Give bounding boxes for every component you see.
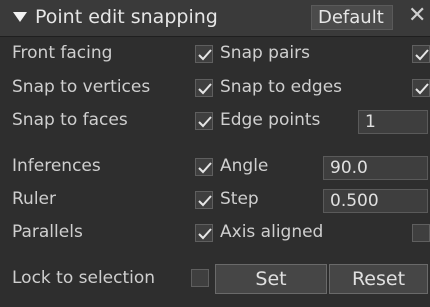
- set-button[interactable]: Set: [215, 264, 327, 294]
- panel-header: Point edit snapping Default ✕: [0, 0, 430, 37]
- parallels-label: Parallels: [12, 222, 83, 242]
- axis-aligned-label: Axis aligned: [220, 222, 324, 242]
- snap-to-vertices-label: Snap to vertices: [12, 77, 151, 97]
- checkmark-icon: [198, 162, 212, 174]
- angle-label: Angle: [220, 156, 269, 176]
- reset-button[interactable]: Reset: [329, 264, 428, 294]
- edge-points-input[interactable]: 1: [358, 110, 428, 134]
- snap-pairs-checkbox[interactable]: [412, 45, 430, 63]
- checkmark-icon: [198, 228, 212, 240]
- step-input[interactable]: 0.500: [323, 189, 428, 213]
- front-facing-checkbox[interactable]: [195, 45, 213, 63]
- edge-points-label: Edge points: [220, 110, 321, 130]
- step-label: Step: [220, 189, 259, 209]
- lock-to-selection-label: Lock to selection: [12, 268, 156, 288]
- ruler-label: Ruler: [12, 189, 56, 209]
- checkmark-icon: [198, 116, 212, 128]
- checkmark-icon: [198, 83, 212, 95]
- parallels-checkbox[interactable]: [195, 224, 213, 242]
- axis-aligned-checkbox[interactable]: [412, 224, 430, 242]
- snap-to-vertices-checkbox[interactable]: [195, 79, 213, 97]
- checkmark-icon: [198, 49, 212, 61]
- inferences-checkbox[interactable]: [195, 158, 213, 176]
- angle-input[interactable]: 90.0: [323, 156, 428, 180]
- lock-to-selection-checkbox[interactable]: [191, 269, 209, 287]
- panel-title: Point edit snapping: [35, 6, 218, 28]
- inferences-label: Inferences: [12, 156, 101, 176]
- snap-to-faces-label: Snap to faces: [12, 110, 128, 130]
- preset-dropdown[interactable]: Default: [311, 5, 393, 30]
- checkmark-icon: [415, 49, 429, 61]
- snap-to-edges-checkbox[interactable]: [412, 79, 430, 97]
- checkmark-icon: [198, 195, 212, 207]
- snap-pairs-label: Snap pairs: [220, 43, 310, 63]
- ruler-checkbox[interactable]: [195, 191, 213, 209]
- snap-to-faces-checkbox[interactable]: [195, 112, 213, 130]
- collapse-triangle-icon[interactable]: [13, 12, 27, 22]
- checkmark-icon: [415, 83, 429, 95]
- snap-to-edges-label: Snap to edges: [220, 77, 343, 97]
- front-facing-label: Front facing: [12, 43, 113, 63]
- close-icon[interactable]: ✕: [408, 3, 426, 28]
